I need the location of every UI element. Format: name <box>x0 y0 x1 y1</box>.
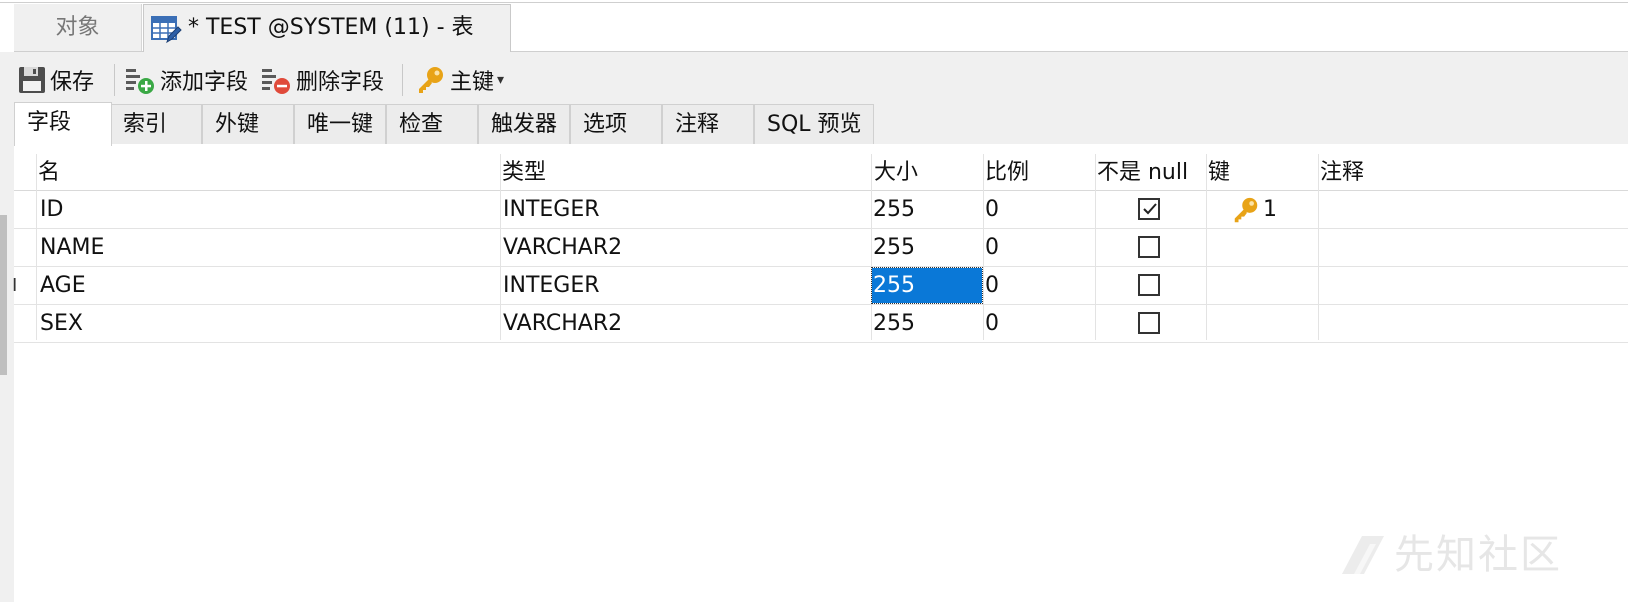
tab-table-designer-label: * TEST @SYSTEM (11) - 表 <box>188 15 474 40</box>
field-size-cell[interactable]: 255 <box>873 229 915 266</box>
tab-fields[interactable]: 字段 <box>14 102 112 146</box>
tab-triggers[interactable]: 触发器 <box>478 104 570 144</box>
field-type-cell[interactable]: INTEGER <box>503 191 600 228</box>
add-field-button[interactable]: 添加字段 <box>122 60 248 100</box>
table-edit-icon <box>151 16 182 44</box>
primary-key-label: 主键 <box>450 70 495 95</box>
current-row-marker: I <box>12 275 18 296</box>
field-type-cell[interactable]: VARCHAR2 <box>503 305 622 342</box>
field-scale-cell[interactable]: 0 <box>985 305 999 342</box>
tab-indexes[interactable]: 索引 <box>110 104 202 144</box>
delete-field-icon <box>262 69 290 94</box>
primary-key-button[interactable]: 主键 ▾ <box>414 60 504 100</box>
table-row[interactable]: I AGE INTEGER 255 0 <box>12 267 1628 305</box>
delete-field-button[interactable]: 删除字段 <box>258 60 384 100</box>
field-size-cell[interactable]: 255 <box>873 191 915 228</box>
tab-sql-preview[interactable]: SQL 预览 <box>754 104 874 144</box>
grid-header: 名 类型 大小 比例 不是 null 键 注释 <box>14 154 1628 191</box>
watermark: 先知社区 <box>1340 530 1620 580</box>
not-null-checkbox[interactable] <box>1138 274 1160 296</box>
field-type-cell[interactable]: VARCHAR2 <box>503 229 622 266</box>
checkmark-icon <box>1143 203 1157 215</box>
field-scale-cell[interactable]: 0 <box>985 267 999 304</box>
save-label: 保存 <box>50 70 95 95</box>
not-null-checkbox[interactable] <box>1138 312 1160 334</box>
key-icon <box>1234 197 1258 223</box>
save-button[interactable]: 保存 <box>16 60 94 100</box>
tab-table-designer[interactable]: * TEST @SYSTEM (11) - 表 <box>143 4 511 52</box>
tab-comment[interactable]: 注释 <box>662 104 754 144</box>
key-order: 1 <box>1263 197 1277 222</box>
tab-unique-keys[interactable]: 唯一键 <box>294 104 386 144</box>
column-header-type[interactable]: 类型 <box>502 154 546 190</box>
table-row[interactable]: NAME VARCHAR2 255 0 <box>14 229 1628 267</box>
add-field-label: 添加字段 <box>160 70 249 95</box>
tab-checks[interactable]: 检查 <box>386 104 478 144</box>
top-border <box>0 2 1628 3</box>
tab-options[interactable]: 选项 <box>570 104 662 144</box>
field-scale-cell[interactable]: 0 <box>985 229 999 266</box>
column-header-scale[interactable]: 比例 <box>985 154 1029 190</box>
add-field-icon <box>126 69 154 94</box>
table-row[interactable]: ID INTEGER 255 0 1 <box>14 191 1628 229</box>
field-size-cell[interactable]: 255 <box>873 305 915 342</box>
field-name-cell[interactable]: SEX <box>40 305 83 342</box>
table-row[interactable]: SEX VARCHAR2 255 0 <box>14 305 1628 343</box>
field-name-cell[interactable]: AGE <box>40 267 86 304</box>
watermark-logo-icon <box>1342 536 1384 574</box>
column-header-key[interactable]: 键 <box>1208 154 1230 190</box>
toolbar-separator <box>114 64 115 96</box>
column-header-size[interactable]: 大小 <box>874 154 918 190</box>
key-cell[interactable]: 1 <box>1230 191 1310 228</box>
toolbar-separator <box>402 64 403 96</box>
not-null-checkbox[interactable] <box>1138 236 1160 258</box>
field-scale-cell[interactable]: 0 <box>985 191 999 228</box>
column-header-not-null[interactable]: 不是 null <box>1097 154 1188 190</box>
column-header-name[interactable]: 名 <box>38 154 60 190</box>
chevron-down-icon[interactable]: ▾ <box>497 72 504 88</box>
column-header-comment[interactable]: 注释 <box>1320 154 1364 190</box>
field-name-cell[interactable]: ID <box>40 191 63 228</box>
tab-foreign-keys[interactable]: 外键 <box>202 104 294 144</box>
field-size-cell-selected[interactable]: 255 <box>871 267 983 304</box>
field-name-cell[interactable]: NAME <box>40 229 104 266</box>
save-disk-icon <box>19 67 45 93</box>
key-icon <box>419 67 443 93</box>
watermark-text: 先知社区 <box>1394 532 1562 578</box>
tab-objects[interactable]: 对象 <box>14 4 142 51</box>
delete-field-label: 删除字段 <box>296 70 385 95</box>
left-scrollbar-thumb[interactable] <box>0 215 7 375</box>
not-null-checkbox[interactable] <box>1138 198 1160 220</box>
field-type-cell[interactable]: INTEGER <box>503 267 600 304</box>
